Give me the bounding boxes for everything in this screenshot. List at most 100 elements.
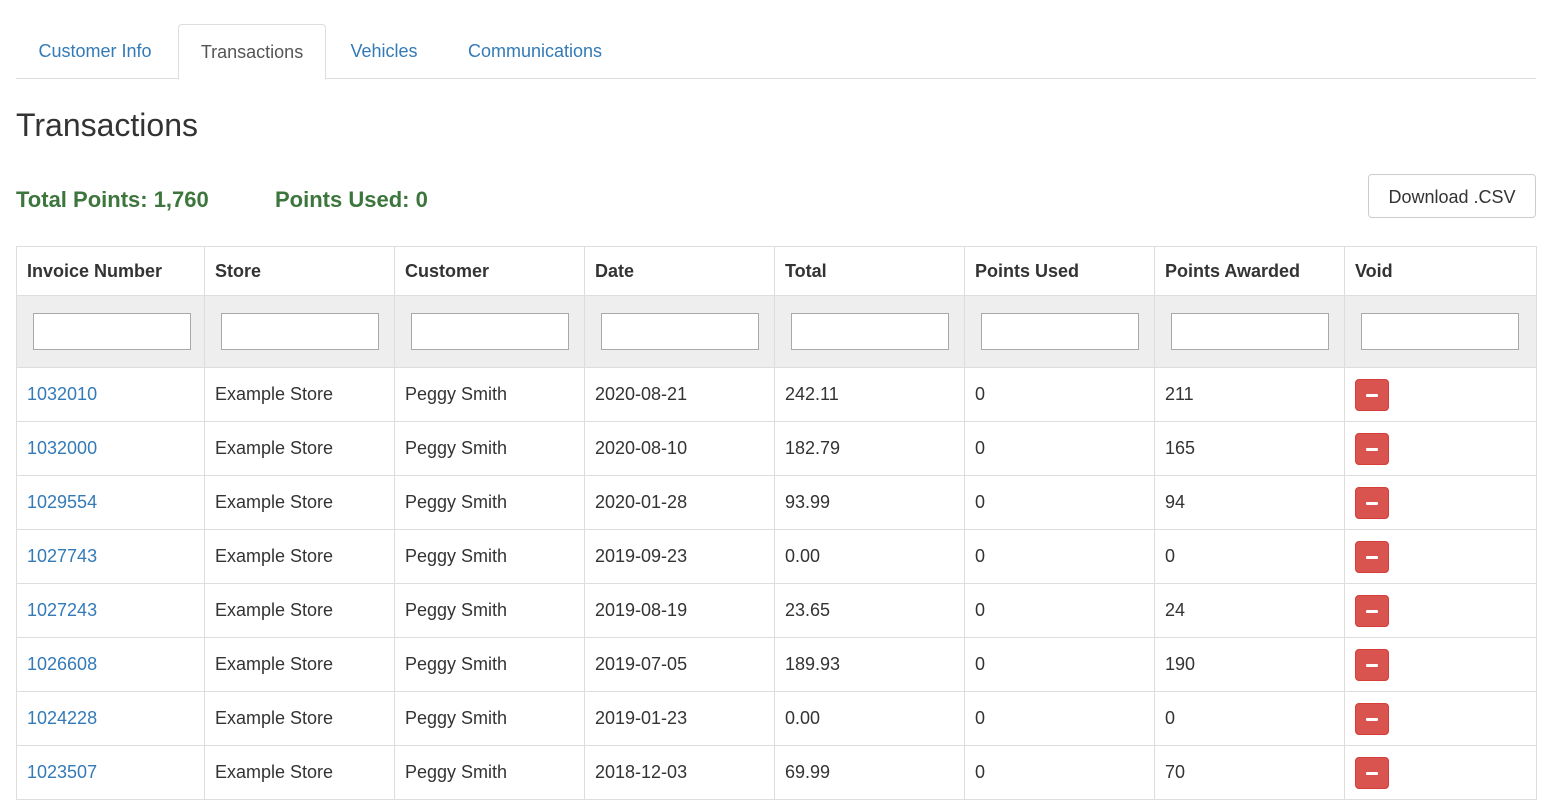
tab-transactions[interactable]: Transactions [178,24,326,80]
table-filter-row [16,295,1537,368]
customer-cell: Peggy Smith [394,529,585,584]
store-value: Example Store [215,546,334,566]
tab-bar: Customer Info Transactions Vehicles Comm… [16,24,1536,80]
filter-points-awarded-input[interactable] [1171,313,1329,350]
void-button[interactable] [1355,486,1389,519]
tab-communications[interactable]: Communications [444,24,626,79]
points-awarded-value: 24 [1165,600,1186,620]
invoice-link[interactable]: 1032010 [27,384,97,404]
invoice-link[interactable]: 1029554 [27,492,97,512]
filter-cell [394,295,585,368]
invoice-link[interactable]: 1032000 [27,438,97,458]
points-used-cell: 0 [964,475,1155,530]
column-header-total[interactable]: Total [774,246,965,296]
invoice-link[interactable]: 1027743 [27,546,97,566]
filter-void-input[interactable] [1361,313,1519,350]
minus-icon [1366,663,1378,667]
store-cell: Example Store [204,475,395,530]
date-value: 2019-08-19 [595,600,688,620]
invoice-number-cell: 1027243 [16,583,205,638]
filter-total-input[interactable] [791,313,949,350]
filter-customer-input[interactable] [411,313,569,350]
points-awarded-value: 211 [1165,384,1194,404]
table-row: 1027243 Example Store Peggy Smith 2019-08-1… [16,583,1537,638]
filter-store-input[interactable] [221,313,379,350]
column-header-invoice-number[interactable]: Invoice Number [16,246,205,296]
store-cell: Example Store [204,583,395,638]
date-cell: 2020-08-10 [584,421,775,476]
minus-icon [1366,771,1378,775]
date-value: 2020-08-21 [595,384,688,404]
column-header-void[interactable]: Void [1344,246,1537,296]
customer-cell: Peggy Smith [394,421,585,476]
page-title: Transactions [16,107,198,143]
void-button[interactable] [1355,432,1389,465]
customer-cell: Peggy Smith [394,745,585,800]
filter-date-input[interactable] [601,313,759,350]
date-value: 2020-08-10 [595,438,688,458]
total-cell: 182.79 [774,421,965,476]
void-cell [1344,421,1537,476]
invoice-number-cell: 1023507 [16,745,205,800]
points-awarded-value: 94 [1165,492,1186,512]
invoice-link[interactable]: 1026608 [27,654,97,674]
invoice-link[interactable]: 1027243 [27,600,97,620]
void-button[interactable] [1355,378,1389,411]
table-header-row: Invoice Number Store Customer Date Total… [16,246,1537,296]
total-cell: 0.00 [774,691,965,746]
column-header-date[interactable]: Date [584,246,775,296]
points-used-value: 0 [975,708,986,728]
tab-vehicles[interactable]: Vehicles [330,24,438,79]
void-button[interactable] [1355,702,1389,735]
download-csv-button[interactable]: Download .CSV [1368,174,1536,218]
column-header-points-awarded[interactable]: Points Awarded [1154,246,1345,296]
filter-points-used-input[interactable] [981,313,1139,350]
points-used-value: 0 [975,600,986,620]
store-cell: Example Store [204,421,395,476]
points-used-cell: 0 [964,421,1155,476]
points-awarded-cell: 0 [1154,529,1345,584]
transactions-table-container: Invoice Number Store Customer Date Total… [16,246,1537,800]
void-cell [1344,637,1537,692]
total-value: 23.65 [785,600,831,620]
total-points-label: Total Points: 1,760 [16,187,209,212]
void-button[interactable] [1355,594,1389,627]
points-awarded-cell: 24 [1154,583,1345,638]
points-awarded-cell: 0 [1154,691,1345,746]
column-header-customer[interactable]: Customer [394,246,585,296]
total-value: 189.93 [785,654,841,674]
customer-value: Peggy Smith [405,762,508,782]
invoice-number-cell: 1024228 [16,691,205,746]
transactions-page: Customer Info Transactions Vehicles Comm… [0,0,1558,802]
void-button[interactable] [1355,540,1389,573]
filter-cell [16,295,205,368]
points-used-value: 0 [975,654,986,674]
column-header-store[interactable]: Store [204,246,395,296]
column-header-points-used[interactable]: Points Used [964,246,1155,296]
store-cell: Example Store [204,745,395,800]
minus-icon [1366,609,1378,613]
date-value: 2019-07-05 [595,654,688,674]
points-awarded-value: 165 [1165,438,1196,458]
void-button[interactable] [1355,648,1389,681]
points-awarded-cell: 165 [1154,421,1345,476]
store-value: Example Store [215,384,334,404]
filter-invoice-number-input[interactable] [33,313,191,350]
total-cell: 69.99 [774,745,965,800]
points-used-value: 0 [975,492,986,512]
total-value: 0.00 [785,546,821,566]
invoice-link[interactable]: 1024228 [27,708,97,728]
tab-customer-info[interactable]: Customer Info [16,24,174,79]
total-value: 0.00 [785,708,821,728]
invoice-link[interactable]: 1023507 [27,762,97,782]
filter-cell [1344,295,1537,368]
date-cell: 2019-09-23 [584,529,775,584]
store-value: Example Store [215,600,334,620]
customer-value: Peggy Smith [405,654,508,674]
void-cell [1344,529,1537,584]
invoice-number-cell: 1027743 [16,529,205,584]
store-cell: Example Store [204,367,395,422]
date-cell: 2020-01-28 [584,475,775,530]
void-button[interactable] [1355,756,1389,789]
filter-cell [774,295,965,368]
